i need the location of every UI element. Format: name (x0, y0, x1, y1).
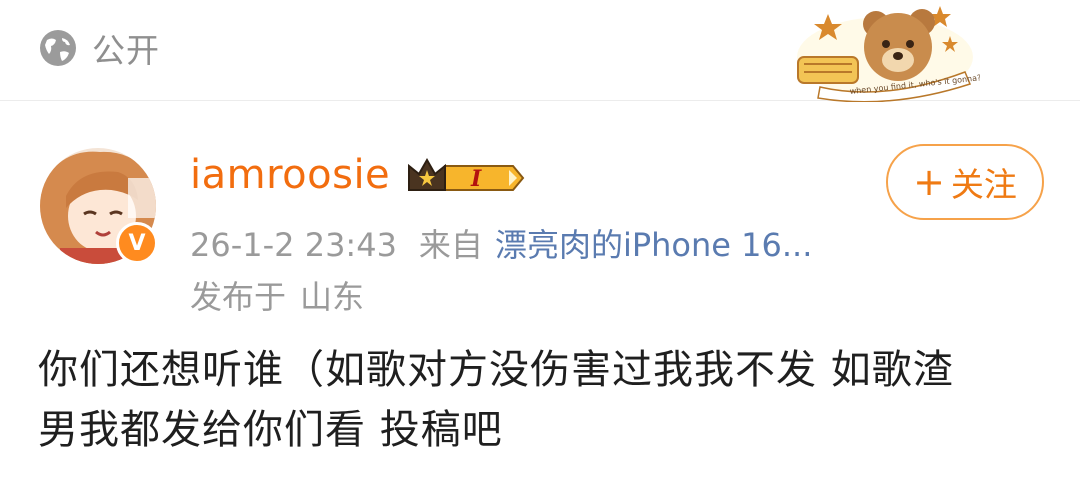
username[interactable]: iamroosie (190, 152, 390, 198)
verified-badge: V (116, 222, 158, 264)
from-label: 来自 (418, 226, 483, 264)
device-link[interactable]: 漂亮肉的iPhone 16... (495, 226, 812, 264)
post-text-line-1: 你们还想听谁（如歌对方没伤害过我我不发 如歌渣 (38, 347, 954, 393)
teddy-bear-sticker: when you find it, who's it gonna? (797, 6, 980, 102)
location-prefix: 发布于 (190, 278, 287, 316)
post-location: 发布于 山东 (190, 272, 364, 318)
post-text-line-2: 男我都发给你们看 投稿吧 (38, 407, 503, 453)
svg-text:I: I (470, 166, 482, 192)
timestamp: 26-1-2 23:43 (190, 226, 397, 264)
globe-icon (40, 30, 76, 66)
post-header-bar: 公开 when you find it, who's it gonna? (0, 0, 1080, 102)
crown-rank-badge: I (408, 157, 525, 192)
location: 山东 (300, 278, 365, 316)
plus-icon: + (913, 160, 945, 204)
visibility-indicator: 公开 (38, 26, 160, 70)
post-body: 你们还想听谁（如歌对方没伤害过我我不发 如歌渣 男我都发给你们看 投稿吧 (38, 340, 1048, 460)
follow-button[interactable]: + 关注 (886, 144, 1044, 220)
post-meta: 26-1-2 23:43 来自 漂亮肉的iPhone 16... (190, 220, 812, 266)
visibility-label: 公开 (92, 31, 160, 70)
follow-label: 关注 (950, 165, 1017, 204)
